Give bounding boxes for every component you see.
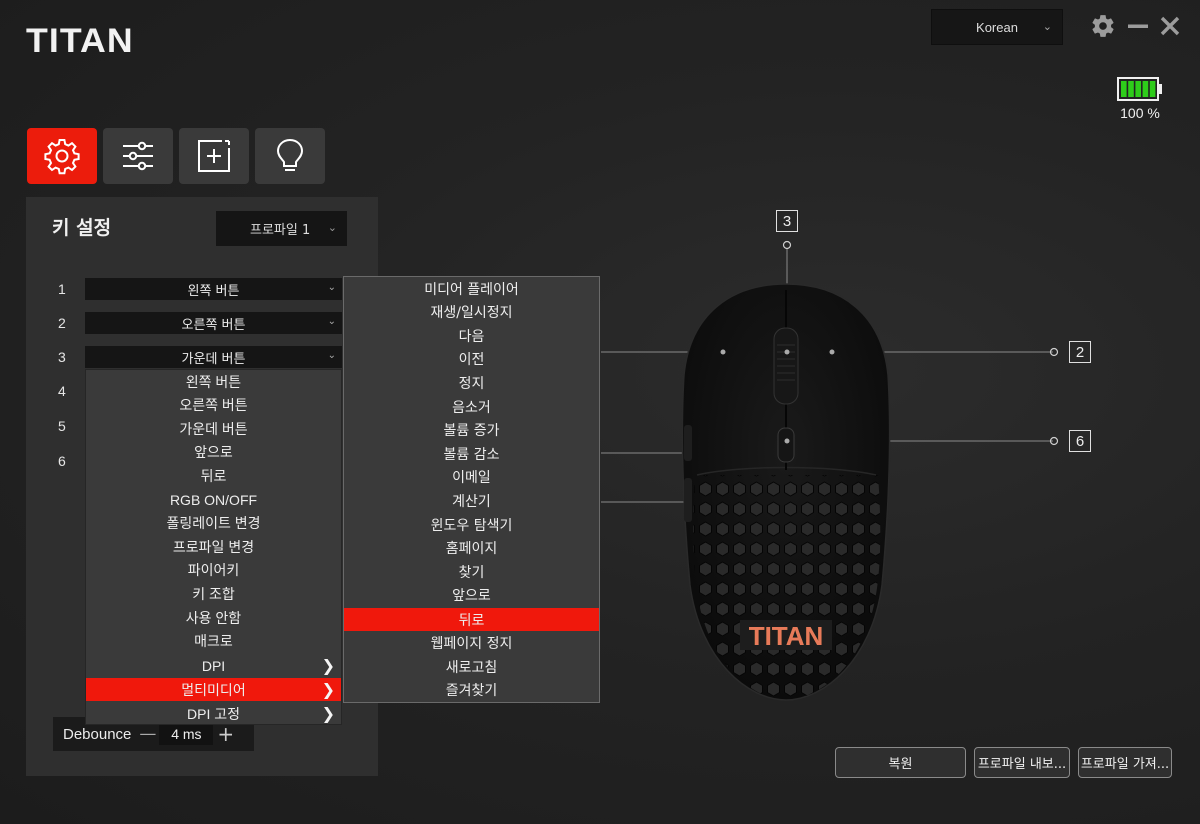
row-number: 3 xyxy=(58,349,66,365)
row-number: 6 xyxy=(58,453,66,469)
dropdown-item[interactable]: 뒤로 xyxy=(86,464,341,487)
dropdown-item[interactable]: 오른쪽 버튼 xyxy=(86,394,341,417)
submenu-item[interactable]: 이메일 xyxy=(344,466,599,489)
export-profile-button[interactable]: 프로파일 내보... xyxy=(974,747,1070,778)
chevron-down-icon: ⌄ xyxy=(327,316,336,327)
row-number: 4 xyxy=(58,383,66,399)
dropdown-item[interactable]: 사용 안함 xyxy=(86,606,341,629)
profile-value: 프로파일 1 xyxy=(250,223,311,238)
settings-gear-button[interactable] xyxy=(1089,12,1117,40)
submenu-item[interactable]: 미디어 플레이어 xyxy=(344,277,599,300)
key-assign-value: 왼쪽 버튼 xyxy=(187,283,240,299)
dropdown-item-dpi-lock[interactable]: DPI 고정 ❯ xyxy=(86,702,341,725)
key-assign-select-3[interactable]: 가운데 버튼 ⌄ xyxy=(85,346,342,368)
dropdown-item-label: 멀티미디어 xyxy=(181,681,246,698)
submenu-item[interactable]: 윈도우 탐색기 xyxy=(344,513,599,536)
submenu-item[interactable]: 재생/일시정지 xyxy=(344,301,599,324)
dropdown-item[interactable]: 매크로 xyxy=(86,630,341,653)
language-select[interactable]: Korean ⌄ xyxy=(931,9,1063,45)
key-assign-select-1[interactable]: 왼쪽 버튼 ⌄ xyxy=(85,278,342,300)
debounce-label: Debounce xyxy=(63,725,132,743)
row-number: 2 xyxy=(58,315,66,331)
profile-select[interactable]: 프로파일 1 ⌄ xyxy=(216,211,347,246)
battery-segment xyxy=(1135,81,1141,97)
dropdown-item[interactable]: 왼쪽 버튼 xyxy=(86,370,341,393)
key-assign-select-2[interactable]: 오른쪽 버튼 ⌄ xyxy=(85,312,342,334)
battery-percent: 100 % xyxy=(1120,105,1160,121)
gear-icon xyxy=(44,139,80,175)
submenu-item[interactable]: 정지 xyxy=(344,371,599,394)
minimize-button[interactable] xyxy=(1124,12,1152,40)
submenu-item[interactable]: 즐겨찾기 xyxy=(344,679,599,702)
chevron-right-icon: ❯ xyxy=(321,706,335,723)
battery-fill xyxy=(1121,81,1156,97)
debounce-decrease-button[interactable]: — xyxy=(139,724,156,744)
submenu-item[interactable]: 웹페이지 정지 xyxy=(344,632,599,655)
battery-segment xyxy=(1121,81,1127,97)
gear-icon xyxy=(1092,15,1114,37)
battery-segment xyxy=(1149,81,1156,97)
close-icon xyxy=(1160,16,1180,36)
chevron-down-icon: ⌄ xyxy=(327,221,337,234)
submenu-item[interactable]: 이전 xyxy=(344,348,599,371)
tab-performance[interactable] xyxy=(103,128,173,184)
minimize-icon xyxy=(1128,24,1148,28)
submenu-item[interactable]: 앞으로 xyxy=(344,584,599,607)
callout-label: 6 xyxy=(1069,430,1091,452)
dropdown-item[interactable]: 키 조합 xyxy=(86,582,341,605)
submenu-item[interactable]: 계산기 xyxy=(344,489,599,512)
key-function-dropdown: 왼쪽 버튼 오른쪽 버튼 가운데 버튼 앞으로 뒤로 RGB ON/OFF 폴링… xyxy=(85,369,342,725)
callout-label: 2 xyxy=(1069,341,1091,363)
submenu-item[interactable]: 음소거 xyxy=(344,395,599,418)
import-profile-button[interactable]: 프로파일 가져... xyxy=(1078,747,1172,778)
chevron-down-icon: ⌄ xyxy=(327,282,336,293)
debounce-increase-button[interactable]: + xyxy=(217,722,234,746)
battery-icon xyxy=(1117,77,1162,101)
battery-segment xyxy=(1142,81,1149,97)
lightbulb-icon xyxy=(276,138,304,171)
dropdown-item-multimedia[interactable]: 멀티미디어 ❯ xyxy=(86,678,341,701)
dropdown-item[interactable]: 파이어키 xyxy=(86,559,341,582)
panel-title: 키 설정 xyxy=(52,217,112,239)
submenu-item[interactable]: 볼륨 증가 xyxy=(344,419,599,442)
language-value: Korean xyxy=(976,19,1018,35)
chevron-down-icon: ⌄ xyxy=(1042,21,1052,33)
chevron-down-icon: ⌄ xyxy=(327,350,336,361)
app-logo: TITAN xyxy=(26,22,134,60)
dropdown-item-label: DPI xyxy=(201,657,226,674)
row-number: 1 xyxy=(58,281,66,297)
tab-lighting[interactable] xyxy=(255,128,325,184)
dropdown-item[interactable]: RGB ON/OFF xyxy=(86,488,341,511)
dropdown-item-dpi[interactable]: DPI ❯ xyxy=(86,654,341,677)
dropdown-item-label: DPI 고정 xyxy=(187,705,240,722)
macro-add-icon xyxy=(198,140,230,172)
dropdown-item[interactable]: 앞으로 xyxy=(86,441,341,464)
callout-label: 3 xyxy=(776,210,798,232)
row-number: 5 xyxy=(58,418,66,434)
tab-key-settings[interactable] xyxy=(27,128,97,184)
chevron-right-icon: ❯ xyxy=(321,658,335,675)
sliders-icon xyxy=(123,141,153,171)
key-assign-value: 가운데 버튼 xyxy=(181,351,246,367)
submenu-item-selected[interactable]: 뒤로 xyxy=(344,608,599,631)
multimedia-submenu: 미디어 플레이어 재생/일시정지 다음 이전 정지 음소거 볼륨 증가 볼륨 감… xyxy=(343,276,600,703)
dropdown-item[interactable]: 가운데 버튼 xyxy=(86,417,341,440)
submenu-item[interactable]: 홈페이지 xyxy=(344,537,599,560)
restore-button[interactable]: 복원 xyxy=(835,747,966,778)
tab-macro[interactable] xyxy=(179,128,249,184)
mouse-diagram: TITAN TITAN xyxy=(601,240,1059,701)
close-button[interactable] xyxy=(1156,12,1184,40)
chevron-right-icon: ❯ xyxy=(321,682,335,699)
dropdown-item[interactable]: 폴링레이트 변경 xyxy=(86,512,341,535)
submenu-item[interactable]: 찾기 xyxy=(344,560,599,583)
dropdown-item[interactable]: 프로파일 변경 xyxy=(86,535,341,558)
key-assign-value: 오른쪽 버튼 xyxy=(181,317,246,333)
submenu-item[interactable]: 볼륨 감소 xyxy=(344,442,599,465)
battery-segment xyxy=(1128,81,1134,97)
mouse-rgb-logo-glow: TITAN xyxy=(749,621,824,651)
debounce-value[interactable]: 4 ms xyxy=(159,723,214,745)
submenu-item[interactable]: 다음 xyxy=(344,324,599,347)
submenu-item[interactable]: 새로고침 xyxy=(344,655,599,678)
